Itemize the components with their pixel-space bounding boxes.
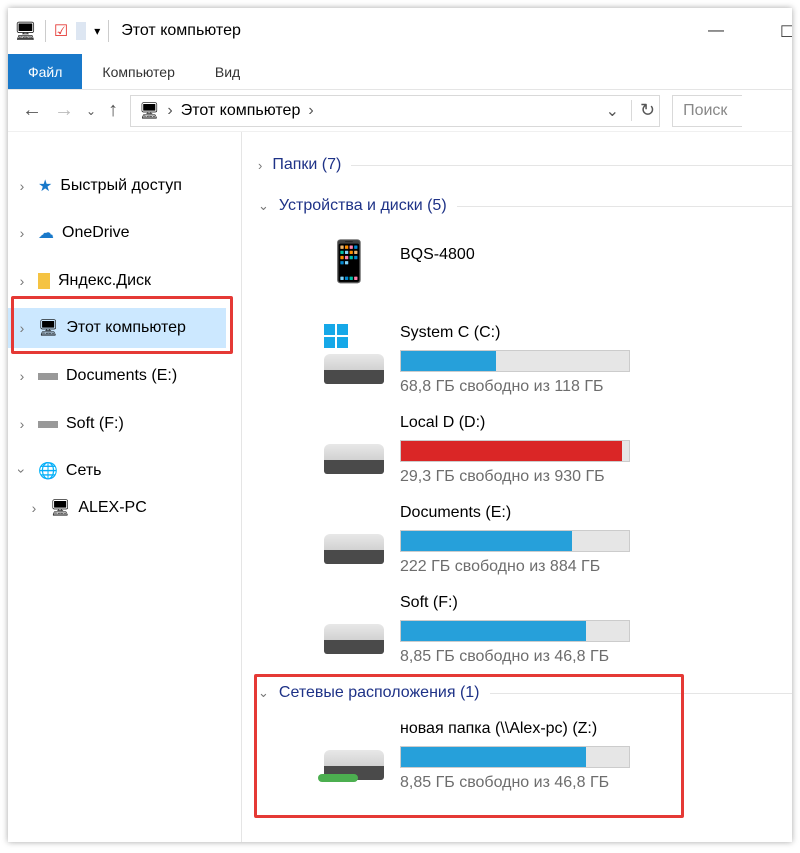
sidebar-item-onedrive[interactable]: › ☁ OneDrive <box>14 213 130 253</box>
computer-icon: 🖥 <box>139 102 160 120</box>
media-player-icon: 📱 <box>324 240 374 284</box>
maximize-button[interactable]: ☐ <box>780 22 792 42</box>
search-input[interactable]: Поиск <box>672 94 743 127</box>
usage-bar <box>400 620 630 642</box>
tab-file[interactable]: Файл <box>8 54 83 89</box>
refresh-button[interactable]: ↻ <box>630 100 655 121</box>
usage-bar <box>400 440 630 462</box>
highlight-box <box>11 296 233 354</box>
back-button[interactable]: ← <box>22 99 42 122</box>
address-bar[interactable]: 🖥 › Этот компьютер › ⌄ ↻ <box>130 94 661 127</box>
group-devices[interactable]: ⌄ Устройства и диски (5) <box>258 197 792 215</box>
tab-computer[interactable]: Компьютер <box>82 54 194 89</box>
address-toolbar: ← → ⌄ ↑ 🖥 › Этот компьютер › ⌄ ↻ Поиск <box>8 90 792 132</box>
computer-icon: 🖥 <box>50 500 71 517</box>
sidebar-item-network[interactable]: › 🌐 Сеть <box>14 451 102 491</box>
navigation-pane: › ★ Быстрый доступ › ☁ OneDrive › Яндекс.Диск… <box>8 132 242 842</box>
properties-icon[interactable]: ☑ <box>54 21 68 41</box>
drive-icon <box>38 420 58 428</box>
explorer-window: 🖥 ☑ ▾ Этот компьютер — ☐ Файл Компьютер … <box>8 8 792 842</box>
sidebar-item-yandex-disk[interactable]: › Яндекс.Диск <box>14 261 151 301</box>
folder-icon <box>38 273 50 289</box>
group-folders[interactable]: › Папки (7) <box>258 156 792 174</box>
new-folder-icon[interactable] <box>76 22 87 40</box>
drive-icon <box>38 372 58 380</box>
network-icon: 🌐 <box>38 463 58 480</box>
content-pane: › Папки (7) ⌄ Устройства и диски (5) 📱 BQS… <box>242 132 792 842</box>
ribbon: Файл Компьютер Вид <box>8 54 792 90</box>
chevron-down-icon[interactable]: ⌄ <box>606 101 619 121</box>
sidebar-item-quick-access[interactable]: › ★ Быстрый доступ <box>14 166 182 206</box>
sidebar-item-alex-pc[interactable]: › 🖥 ALEX-PC <box>26 488 147 528</box>
up-button[interactable]: ↑ <box>108 99 118 122</box>
highlight-box <box>254 674 684 818</box>
sidebar-item-soft[interactable]: › Soft (F:) <box>14 404 124 444</box>
window-title: Этот компьютер <box>121 22 241 39</box>
title-bar: 🖥 ☑ ▾ Этот компьютер — ☐ <box>8 8 792 54</box>
usage-bar <box>400 350 630 372</box>
customize-toolbar-icon[interactable]: ▾ <box>94 24 100 38</box>
forward-button[interactable]: → <box>54 99 74 122</box>
cloud-icon: ☁ <box>38 225 54 242</box>
star-icon: ★ <box>38 178 53 195</box>
breadcrumb[interactable]: Этот компьютер <box>181 102 301 120</box>
sidebar-item-documents[interactable]: › Documents (E:) <box>14 356 177 396</box>
minimize-button[interactable]: — <box>708 22 724 40</box>
usage-bar <box>400 530 630 552</box>
tab-view[interactable]: Вид <box>195 54 260 89</box>
recent-locations-button[interactable]: ⌄ <box>86 104 96 118</box>
computer-icon: 🖥 <box>14 20 37 41</box>
